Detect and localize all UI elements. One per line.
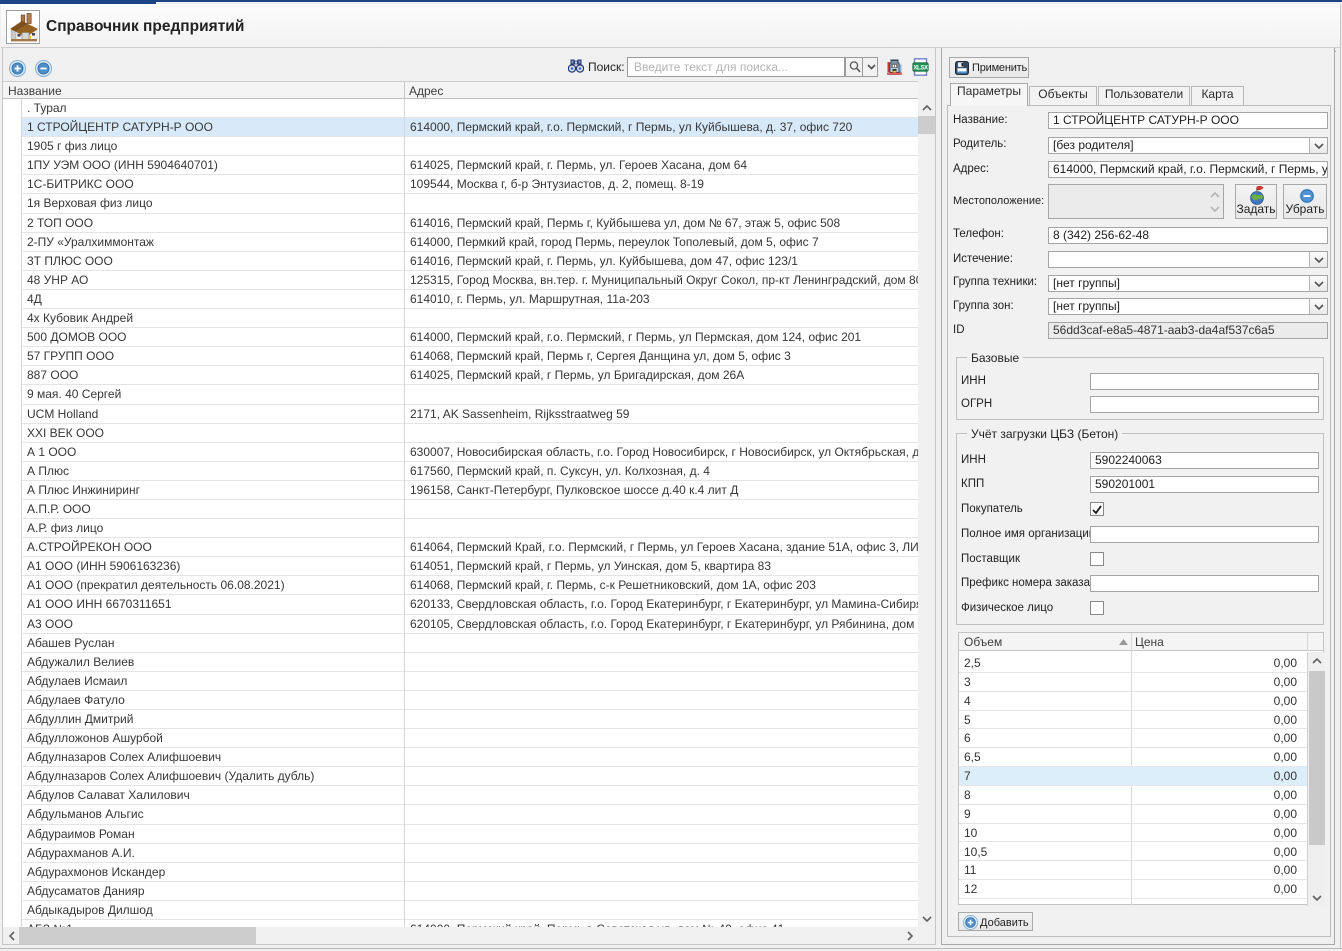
svg-text:XLSX: XLSX (913, 64, 929, 71)
